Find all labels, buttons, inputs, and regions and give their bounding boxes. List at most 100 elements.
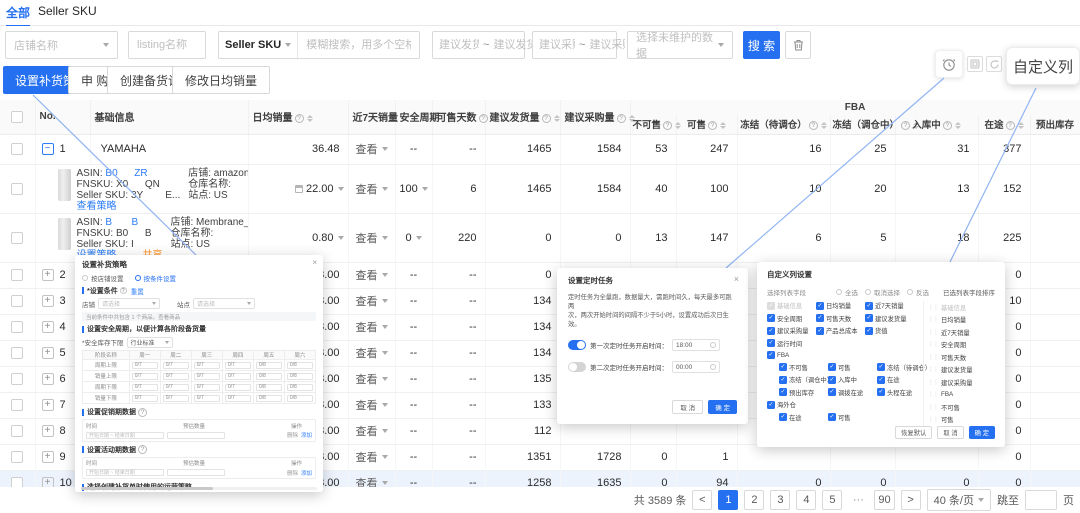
radio-invert[interactable] <box>907 289 913 295</box>
sorted-field-item[interactable]: ⋮⋮FBA <box>928 389 995 402</box>
checkbox-预出库存[interactable]: ✓ <box>779 388 787 396</box>
radio-deselect[interactable] <box>865 289 871 295</box>
grid-input[interactable]: 0/7 <box>194 395 220 402</box>
page-button-3[interactable]: 3 <box>770 490 790 510</box>
view-week-sales[interactable]: 查看 <box>356 345 388 361</box>
grid-input[interactable]: 0/7 <box>163 395 189 402</box>
grid-input[interactable]: 0/7 <box>163 362 189 369</box>
fuzzy-search-input[interactable] <box>298 39 419 51</box>
checkbox-调拨在途[interactable]: ✓ <box>828 388 836 396</box>
expand-row-button[interactable]: + <box>42 321 54 333</box>
drag-handle-icon[interactable]: ⋮⋮ <box>928 354 938 361</box>
expand-row-button[interactable]: + <box>42 373 54 385</box>
checkbox-产品总成本[interactable]: ✓ <box>816 327 824 335</box>
jump-page-input[interactable] <box>1026 491 1056 509</box>
columns-cancel-button[interactable]: 取 消 <box>937 426 963 439</box>
tab-seller-sku[interactable]: Seller SKU <box>38 4 97 18</box>
sorted-field-item[interactable]: ⋮⋮近7天销量 <box>928 326 995 339</box>
close-icon[interactable]: × <box>734 274 739 284</box>
grid-input[interactable]: 0/7 <box>163 384 189 391</box>
page-button-90[interactable]: 90 <box>874 490 894 510</box>
shop-field-select[interactable]: 请选择 <box>98 298 160 309</box>
delete-link[interactable]: 删除 <box>287 431 298 439</box>
drag-handle-icon[interactable]: ⋮⋮ <box>928 329 938 336</box>
drag-handle-icon[interactable]: ⋮⋮ <box>928 379 938 386</box>
column-header-fba-1[interactable]: 可售? <box>676 115 737 134</box>
expand-row-button[interactable]: + <box>42 425 54 437</box>
drag-handle-icon[interactable]: ⋮⋮ <box>928 341 938 348</box>
checkbox-FBA[interactable]: ✓ <box>767 351 775 359</box>
drag-handle-icon[interactable]: ⋮⋮ <box>928 316 938 323</box>
columns-ok-button[interactable]: 确 定 <box>969 426 995 439</box>
checkbox-建议采购量[interactable]: ✓ <box>767 327 775 335</box>
sort-icon[interactable] <box>554 115 560 122</box>
shop-select[interactable]: 店铺名称 <box>5 31 118 59</box>
view-week-sales[interactable]: 查看 <box>356 423 388 439</box>
timer-task-button[interactable] <box>935 50 963 78</box>
row-checkbox[interactable] <box>11 425 23 437</box>
sort-icon[interactable] <box>955 122 961 129</box>
checkbox-冻结（待调仓）[interactable]: ✓ <box>877 363 885 371</box>
sort-icon[interactable] <box>1018 122 1024 129</box>
column-header-fba-3[interactable]: 冻结（调仓中）? <box>830 115 895 134</box>
grid-input[interactable]: 0/8 <box>287 384 313 391</box>
select-all-checkbox[interactable] <box>11 111 23 123</box>
tab-all[interactable]: 全部 <box>6 4 30 21</box>
qty-input[interactable] <box>167 432 225 439</box>
export-button[interactable] <box>967 56 983 72</box>
grid-input[interactable]: 0/8 <box>256 373 282 380</box>
clear-filters-button[interactable] <box>785 31 811 59</box>
column-header-fba-5[interactable]: 在途? <box>978 115 1030 134</box>
expand-row-button[interactable]: + <box>42 295 54 307</box>
drag-handle-icon[interactable]: ⋮⋮ <box>928 366 938 373</box>
grid-input[interactable]: 0/8 <box>287 373 313 380</box>
sorted-field-item[interactable]: ⋮⋮建议采购量 <box>928 376 995 389</box>
grid-input[interactable]: 0/8 <box>287 362 313 369</box>
first-task-time-input[interactable]: 18:00 <box>672 339 720 351</box>
prev-page-button[interactable]: < <box>692 490 712 510</box>
purchase-min-input[interactable] <box>539 39 575 51</box>
checkbox-在途[interactable]: ✓ <box>779 413 787 421</box>
close-icon[interactable]: × <box>312 258 317 267</box>
sorted-field-item[interactable]: ⋮⋮建议发货量 <box>928 364 995 377</box>
checkbox-运行时间[interactable]: ✓ <box>767 339 775 347</box>
sku-type-select[interactable]: Seller SKU <box>219 32 298 58</box>
checkbox-可售[interactable]: ✓ <box>828 363 836 371</box>
asin-link[interactable]: B0 ZR <box>105 168 147 179</box>
sorted-field-item[interactable]: ⋮⋮日均销量 <box>928 314 995 327</box>
checkbox-安全周期[interactable]: ✓ <box>767 314 775 322</box>
grid-input[interactable]: 0/7 <box>163 373 189 380</box>
sort-icon[interactable] <box>720 122 726 129</box>
unmaintained-select[interactable]: 选择未维护的数据 <box>627 31 733 59</box>
restore-default-button[interactable]: 恢复默认 <box>895 426 932 439</box>
row-checkbox[interactable] <box>11 347 23 359</box>
drag-handle-icon[interactable]: ⋮⋮ <box>928 391 938 398</box>
checkbox-不可售[interactable]: ✓ <box>779 363 787 371</box>
column-header-fba-0[interactable]: 不可售? <box>630 115 676 134</box>
sorted-field-item[interactable]: ⋮⋮可售 <box>928 414 995 427</box>
grid-input[interactable]: 0/7 <box>132 362 158 369</box>
radio-by-shop[interactable] <box>82 275 88 281</box>
safe-cycle-editor[interactable]: 100 <box>400 183 428 195</box>
reset-link[interactable]: 重置 <box>131 286 144 296</box>
view-week-sales[interactable]: 查看 <box>356 267 388 283</box>
timer-ok-button[interactable]: 确 定 <box>708 400 737 414</box>
expand-row-button[interactable]: + <box>42 347 54 359</box>
column-header-avg[interactable]: 日均销量? <box>248 100 348 134</box>
grid-input[interactable]: 0/7 <box>194 362 220 369</box>
date-range-input[interactable]: 开始日期 ~ 结束日期 <box>86 432 164 439</box>
drag-handle-icon[interactable]: ⋮⋮ <box>928 416 938 423</box>
column-header-ship[interactable]: 建议发货量? <box>485 100 560 134</box>
purchase-max-input[interactable] <box>589 39 625 51</box>
row-checkbox[interactable] <box>11 399 23 411</box>
row-checkbox[interactable] <box>11 183 23 195</box>
sorted-field-item[interactable]: ⋮⋮可售天数 <box>928 351 995 364</box>
grid-input[interactable]: 0/8 <box>256 362 282 369</box>
grid-input[interactable]: 0/7 <box>225 362 251 369</box>
collapse-row-button[interactable]: − <box>42 143 54 155</box>
view-week-sales[interactable]: 查看 <box>356 371 388 387</box>
grid-input[interactable]: 0/7 <box>225 384 251 391</box>
search-button[interactable]: 搜 索 <box>743 31 780 59</box>
sort-icon[interactable] <box>307 115 313 122</box>
grid-input[interactable]: 0/8 <box>256 384 282 391</box>
